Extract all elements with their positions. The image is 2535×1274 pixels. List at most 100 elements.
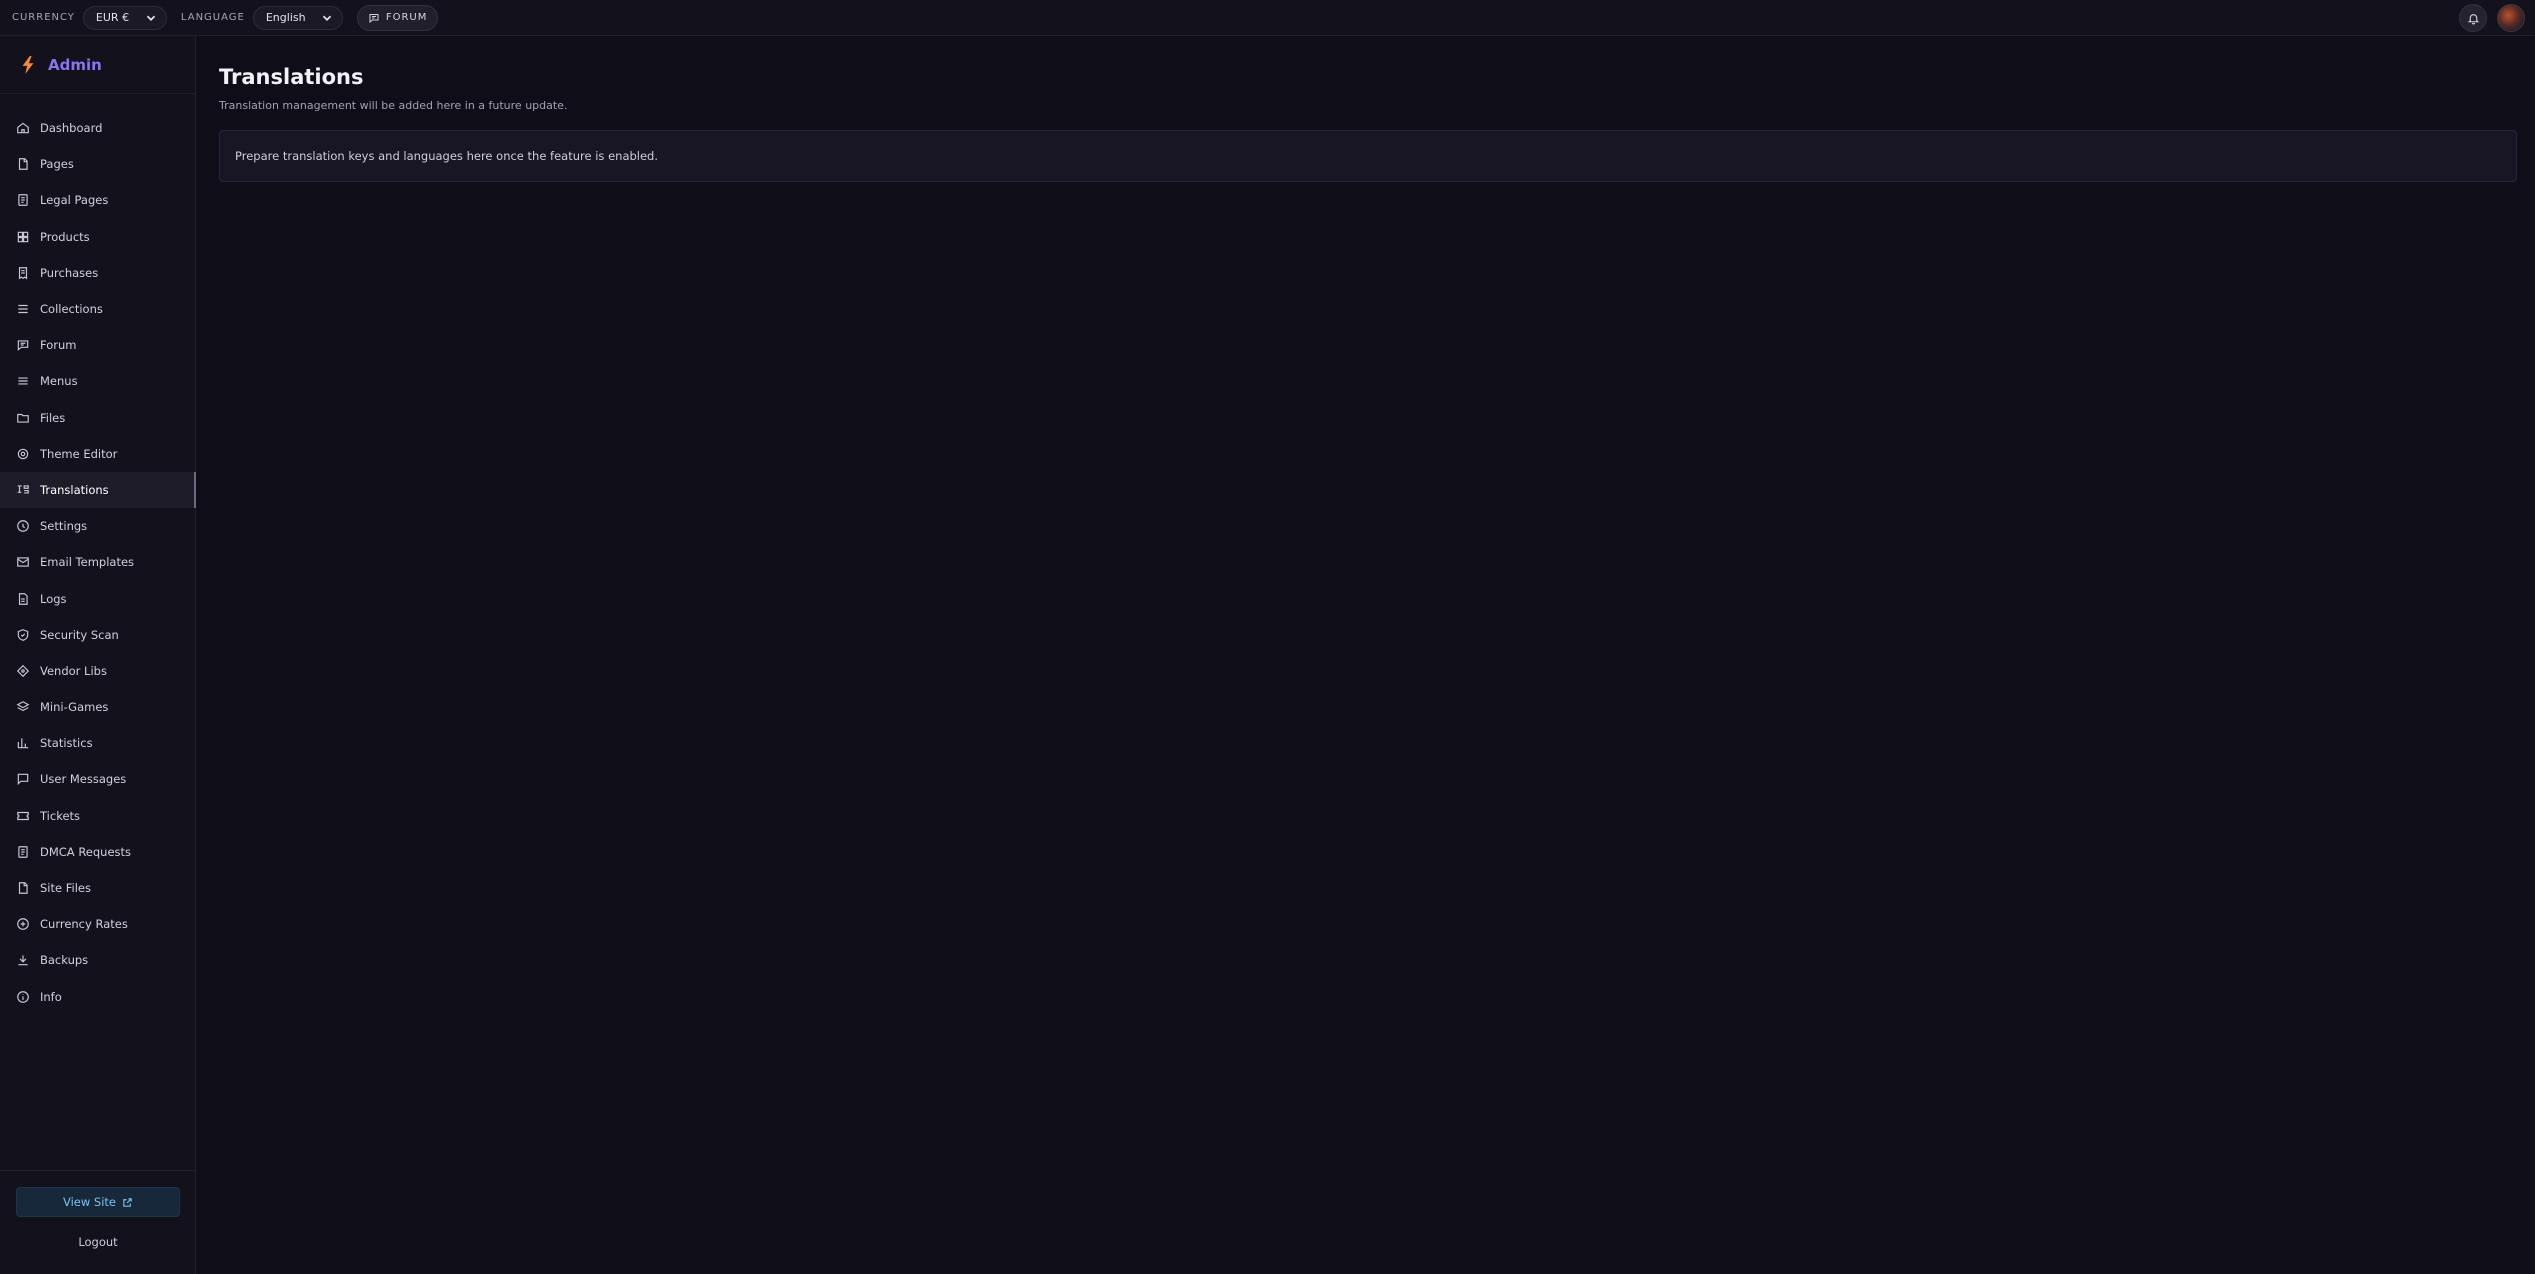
sidebar-item-pages[interactable]: Pages: [0, 146, 196, 182]
currency-value: EUR €: [95, 11, 130, 24]
sidebar-item-label: Tickets: [40, 808, 81, 823]
sidebar-item-label: Theme Editor: [40, 446, 118, 461]
receipt-icon: [18, 267, 28, 280]
sidebar-item-legal-pages[interactable]: Legal Pages: [0, 182, 196, 218]
sidebar-item-label: Mini-Games: [40, 700, 109, 715]
sidebar-item-label: Products: [40, 229, 90, 244]
bell-icon: [2467, 13, 2479, 24]
sidebar-item-files[interactable]: Files: [0, 400, 196, 436]
forum-button[interactable]: FORUM: [356, 4, 439, 31]
sidebar: Admin Dashboard Pages Legal Pages Produc…: [0, 36, 196, 1274]
sidebar-item-site-files[interactable]: Site Files: [0, 870, 196, 906]
sidebar-item-label: Backups: [40, 953, 89, 968]
shield-icon: [17, 628, 29, 641]
avatar[interactable]: [2497, 4, 2525, 32]
sidebar-item-label: Statistics: [40, 736, 93, 751]
sidebar-item-label: Settings: [40, 519, 88, 534]
sidebar-item-menus[interactable]: Menus: [0, 363, 196, 399]
forum-label: FORUM: [385, 12, 428, 23]
sidebar-item-tickets[interactable]: Tickets: [0, 798, 196, 834]
page-subtitle: Translation management will be added her…: [219, 99, 568, 112]
sidebar-item-label: Pages: [40, 157, 74, 172]
sidebar-item-collections[interactable]: Collections: [0, 291, 196, 327]
message-icon: [17, 774, 29, 786]
menu-icon: [18, 377, 28, 385]
sidebar-item-settings[interactable]: Settings: [0, 508, 196, 544]
brand-name: Admin: [48, 55, 102, 74]
home-icon: [17, 122, 29, 134]
sidebar-item-theme-editor[interactable]: Theme Editor: [0, 436, 196, 472]
sidebar-item-user-messages[interactable]: User Messages: [0, 761, 196, 797]
grid-icon: [17, 231, 29, 242]
chevron-down-icon: [146, 15, 156, 21]
sidebar-footer: View Site Logout: [0, 1170, 196, 1274]
top-bar: CURRENCY EUR € LANGUAGE English FORUM: [0, 0, 2535, 36]
layers-icon: [16, 701, 30, 712]
sidebar-item-security-scan[interactable]: Security Scan: [0, 617, 196, 653]
sidebar-item-products[interactable]: Products: [0, 219, 196, 255]
translate-icon: [17, 485, 29, 494]
sidebar-item-dmca-requests[interactable]: DMCA Requests: [0, 834, 196, 870]
document-icon: [18, 846, 28, 858]
view-site-label: View Site: [62, 1195, 117, 1209]
sidebar-item-label: Security Scan: [40, 627, 119, 642]
sidebar-item-label: DMCA Requests: [40, 844, 132, 859]
sidebar-item-info[interactable]: Info: [0, 979, 196, 1015]
sidebar-item-label: Forum: [40, 338, 77, 353]
sidebar-item-label: Currency Rates: [40, 917, 128, 932]
page-title: Translations: [219, 65, 364, 89]
settings-icon: [17, 520, 29, 532]
sidebar-item-label: Info: [40, 989, 62, 1004]
sidebar-item-label: Files: [40, 410, 66, 425]
chat-icon: [369, 13, 379, 23]
document-icon: [18, 194, 28, 207]
list-icon: [18, 304, 28, 314]
brand[interactable]: Admin: [0, 36, 195, 94]
gear-icon: [17, 448, 29, 460]
file-icon: [18, 158, 28, 171]
sidebar-item-forum[interactable]: Forum: [0, 327, 196, 363]
currency-label: CURRENCY: [12, 12, 75, 23]
info-notice: Prepare translation keys and languages h…: [219, 130, 2517, 182]
logout-link[interactable]: Logout: [0, 1235, 196, 1249]
sidebar-item-logs[interactable]: Logs: [0, 580, 196, 616]
sidebar-item-label: Translations: [40, 482, 109, 497]
view-site-button[interactable]: View Site: [16, 1187, 180, 1217]
log-icon: [18, 592, 28, 605]
sidebar-item-mini-games[interactable]: Mini-Games: [0, 689, 196, 725]
notifications-button[interactable]: [2459, 4, 2487, 32]
info-icon: [17, 990, 29, 1003]
sidebar-item-label: Menus: [40, 374, 78, 389]
language-select[interactable]: English: [252, 5, 343, 30]
sidebar-item-dashboard[interactable]: Dashboard: [0, 110, 196, 146]
sidebar-item-label: Collections: [40, 302, 103, 317]
sidebar-item-label: Legal Pages: [40, 193, 109, 208]
sidebar-item-purchases[interactable]: Purchases: [0, 255, 196, 291]
sidebar-item-email-templates[interactable]: Email Templates: [0, 544, 196, 580]
currency-select[interactable]: EUR €: [82, 5, 167, 30]
diamond-icon: [16, 664, 30, 677]
sidebar-item-label: User Messages: [40, 772, 127, 787]
main-content: Translations Translation management will…: [219, 36, 2517, 182]
sidebar-item-label: Email Templates: [40, 555, 135, 570]
file-icon: [18, 882, 28, 894]
ticket-icon: [17, 811, 29, 820]
notice-text: Prepare translation keys and languages h…: [235, 149, 659, 163]
chat-icon: [17, 340, 29, 352]
sidebar-nav: Dashboard Pages Legal Pages Products Pur…: [0, 110, 196, 1015]
sidebar-item-label: Site Files: [40, 881, 91, 896]
external-link-icon: [123, 1197, 132, 1207]
folder-icon: [17, 413, 29, 423]
bar-chart-icon: [17, 738, 29, 749]
mail-icon: [17, 557, 29, 568]
chevron-down-icon: [322, 15, 331, 21]
sidebar-item-backups[interactable]: Backups: [0, 942, 196, 978]
sidebar-item-vendor-libs[interactable]: Vendor Libs: [0, 653, 196, 689]
currency-icon: [17, 918, 29, 931]
sidebar-item-translations[interactable]: Translations: [0, 471, 196, 509]
sidebar-item-statistics[interactable]: Statistics: [0, 725, 196, 761]
sidebar-item-currency-rates[interactable]: Currency Rates: [0, 906, 196, 942]
sidebar-item-label: Dashboard: [40, 121, 103, 136]
download-icon: [18, 955, 28, 966]
sidebar-item-label: Vendor Libs: [40, 663, 107, 678]
